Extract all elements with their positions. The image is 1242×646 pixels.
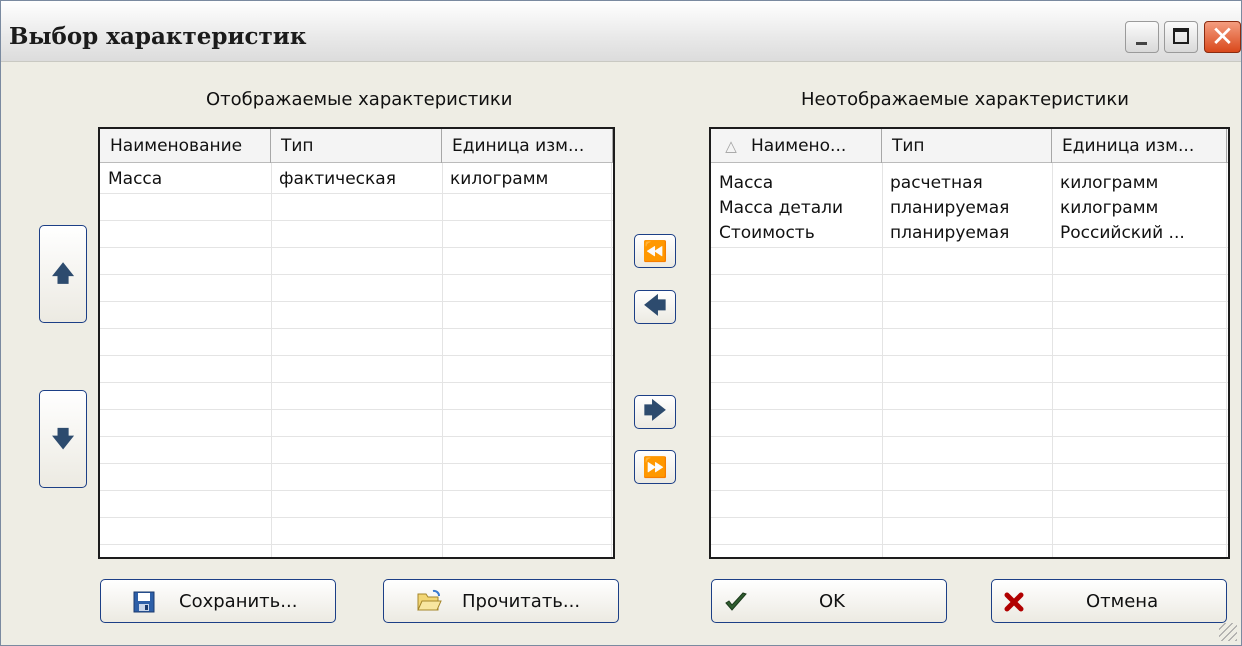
column-header-unit[interactable]: Единица изм... [442, 129, 613, 163]
cell-type: планируемая [890, 198, 1010, 218]
dialog-window: Выбор характеристик ✕ Отображаемые харак… [0, 0, 1242, 646]
sort-ascending-icon: △ [725, 137, 737, 155]
close-icon: ✕ [1210, 20, 1235, 53]
row-divider [711, 409, 1228, 410]
cell-name: Масса [108, 169, 163, 189]
row-divider [711, 544, 1228, 545]
arrow-left-icon: 🡄 [643, 294, 667, 319]
arrow-up-icon: 🡅 [51, 262, 75, 287]
hidden-characteristics-table[interactable]: △ Наимено... Тип Единица изм... Масса рас… [709, 127, 1230, 559]
double-arrow-right-icon: ⏩ [642, 455, 668, 479]
ok-button-label: OK [819, 591, 845, 612]
row-divider [711, 274, 1228, 275]
row-divider [711, 355, 1228, 356]
save-button-label: Сохранить... [179, 591, 298, 612]
column-header-type[interactable]: Тип [882, 129, 1052, 163]
checkmark-icon [725, 592, 747, 611]
hidden-characteristics-caption: Неотображаемые характеристики [801, 89, 1129, 110]
maximize-button[interactable] [1164, 21, 1198, 53]
row-divider [100, 247, 613, 248]
move-down-button[interactable]: 🡇 [39, 390, 87, 488]
column-header-name[interactable]: Наименование [100, 129, 271, 163]
cell-type: расчетная [890, 173, 983, 193]
move-one-right-button[interactable]: 🡆 [634, 395, 676, 429]
move-all-right-button[interactable]: ⏩ [634, 450, 676, 484]
displayed-characteristics-table[interactable]: Наименование Тип Единица изм... Масса фа… [98, 127, 615, 559]
cell-name: Масса [719, 173, 774, 193]
row-divider [100, 193, 613, 194]
row-divider [100, 436, 613, 437]
close-button[interactable]: ✕ [1204, 21, 1241, 53]
cell-type: планируемая [890, 223, 1010, 243]
move-up-button[interactable]: 🡅 [39, 225, 87, 323]
title-bar[interactable]: Выбор характеристик ✕ [1, 1, 1241, 62]
row-divider [100, 328, 613, 329]
column-divider [442, 163, 443, 557]
minimize-icon [1136, 42, 1147, 45]
row-divider [100, 544, 613, 545]
cell-unit: килограмм [1060, 198, 1159, 218]
read-button-label: Прочитать... [462, 591, 581, 612]
column-header-unit[interactable]: Единица изм... [1052, 129, 1227, 163]
row-divider [711, 328, 1228, 329]
cell-unit: килограмм [1060, 173, 1159, 193]
row-divider [100, 463, 613, 464]
save-button[interactable]: Сохранить... [100, 579, 336, 623]
column-header-name[interactable]: △ Наимено... [711, 129, 882, 163]
open-folder-icon [417, 589, 442, 611]
row-divider [100, 274, 613, 275]
arrow-right-icon: 🡆 [643, 399, 667, 424]
row-divider [711, 436, 1228, 437]
row-divider [711, 382, 1228, 383]
column-header-type[interactable]: Тип [271, 129, 442, 163]
cell-type: фактическая [279, 169, 396, 189]
row-divider [711, 301, 1228, 302]
row-divider [100, 517, 613, 518]
window-title: Выбор характеристик [9, 23, 307, 50]
ok-button[interactable]: OK [711, 579, 947, 623]
row-divider [100, 490, 613, 491]
cell-unit: килограмм [450, 169, 549, 189]
column-header-name-label: Наимено... [751, 136, 847, 156]
cell-name: Масса детали [719, 198, 844, 218]
read-button[interactable]: Прочитать... [383, 579, 619, 623]
move-one-left-button[interactable]: 🡄 [634, 290, 676, 324]
arrow-down-icon: 🡇 [51, 427, 75, 452]
cell-unit: Российский ... [1060, 223, 1185, 243]
cancel-button-label: Отмена [1086, 591, 1159, 612]
displayed-characteristics-caption: Отображаемые характеристики [206, 89, 513, 110]
column-divider [611, 163, 612, 557]
cell-name: Стоимость [719, 223, 815, 243]
cancel-button[interactable]: Отмена [991, 579, 1227, 623]
row-divider [711, 490, 1228, 491]
row-divider [100, 301, 613, 302]
row-divider [100, 220, 613, 221]
maximize-icon [1173, 28, 1189, 44]
row-divider [711, 247, 1228, 248]
row-divider [100, 382, 613, 383]
table-header: Наименование Тип Единица изм... [100, 129, 613, 163]
row-divider [711, 463, 1228, 464]
row-divider [100, 409, 613, 410]
column-divider [271, 163, 272, 557]
column-divider [1226, 163, 1227, 557]
row-divider [711, 517, 1228, 518]
double-arrow-left-icon: ⏪ [642, 239, 668, 263]
table-header: △ Наимено... Тип Единица изм... [711, 129, 1228, 163]
move-all-left-button[interactable]: ⏪ [634, 234, 676, 268]
cross-icon [1004, 592, 1024, 612]
resize-grip[interactable] [1219, 623, 1237, 641]
floppy-disk-icon [133, 591, 155, 613]
minimize-button[interactable] [1125, 21, 1159, 53]
row-divider [100, 355, 613, 356]
